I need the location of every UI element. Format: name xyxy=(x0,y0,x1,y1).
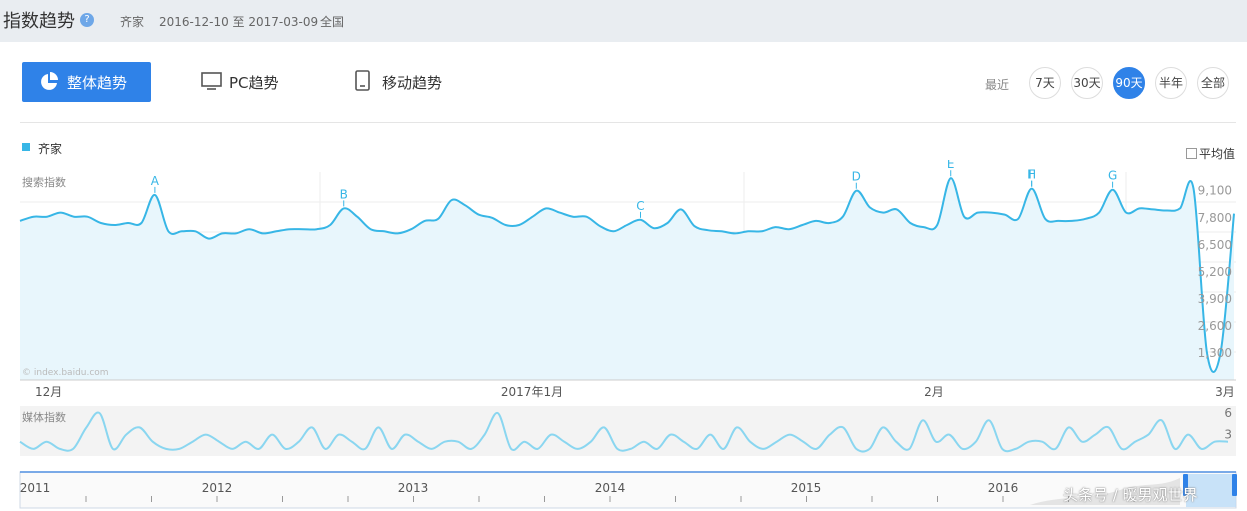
period-label: 最近 xyxy=(985,78,1010,92)
x-tick-label: 2017年1月 xyxy=(501,385,563,399)
annotation-label: C xyxy=(636,199,644,213)
timeline-year-label: 2012 xyxy=(202,481,233,495)
timeline-year-label: 2016 xyxy=(988,481,1019,495)
annotation-label: A xyxy=(151,174,160,188)
header-bar: 指数趋势 ? 齐家 2016-12-10 至 2017-03-09 全国 xyxy=(0,0,1247,42)
watermark: 头条号 / 暖男观世界 xyxy=(1063,486,1198,504)
x-tick-label: 12月 xyxy=(35,385,62,399)
x-tick-label: 3月 xyxy=(1215,385,1235,399)
media-y-tick-label: 3 xyxy=(1224,428,1232,442)
phone-icon xyxy=(355,70,370,91)
timeline-year-label: 2011 xyxy=(20,481,51,495)
timeline-year-label: 2013 xyxy=(398,481,429,495)
date-range: 2016-12-10 至 2017-03-09 xyxy=(159,15,319,29)
average-checkbox[interactable] xyxy=(1186,148,1197,159)
timeline-handle-right xyxy=(1232,474,1237,496)
y-tick-label: 1,300 xyxy=(1198,346,1232,360)
annotation-label: G xyxy=(1108,169,1117,183)
x-tick-label: 2月 xyxy=(924,385,944,399)
media-y-axis-label: 媒体指数 xyxy=(22,410,66,424)
timeline-year-label: 2015 xyxy=(791,481,822,495)
monitor-icon xyxy=(201,72,222,90)
annotation-label: E xyxy=(947,160,955,171)
keyword-label: 齐家 xyxy=(120,15,145,29)
divider xyxy=(20,122,1236,123)
y-tick-label: 6,500 xyxy=(1198,238,1232,252)
trend-chart: 9,100 7,800 6,500 5,200 3,900 2,600 1,300 搜索指数 ©… xyxy=(19,160,1237,509)
tab-pc-label: PC趋势 xyxy=(229,74,279,92)
source-note: © index.baidu.com xyxy=(22,368,109,378)
legend-swatch xyxy=(22,143,30,151)
media-y-tick-label: 6 xyxy=(1224,406,1232,420)
y-tick-label: 3,900 xyxy=(1198,292,1232,306)
annotation-label: B xyxy=(340,187,348,201)
timeline-year-label: 2014 xyxy=(595,481,626,495)
y-tick-label: 2,600 xyxy=(1198,319,1232,333)
tab-overall-label: 整体趋势 xyxy=(67,74,128,92)
period-all[interactable]: 全部 xyxy=(1197,67,1229,99)
help-icon[interactable]: ? xyxy=(80,13,94,27)
period-7d[interactable]: 7天 xyxy=(1029,67,1061,99)
y-axis-label: 搜索指数 xyxy=(22,175,66,189)
y-tick-label: 7,800 xyxy=(1198,211,1232,225)
region-label: 全国 xyxy=(320,15,345,29)
annotation-label: H xyxy=(1027,168,1036,182)
period-30d[interactable]: 30天 xyxy=(1071,67,1103,99)
y-tick-label: 9,100 xyxy=(1198,184,1232,198)
page-title: 指数趋势 xyxy=(3,11,75,32)
period-90d[interactable]: 90天 xyxy=(1113,67,1145,99)
annotation-label: D xyxy=(852,170,861,184)
y-tick-label: 5,200 xyxy=(1198,265,1232,279)
tab-mobile-label: 移动趋势 xyxy=(382,74,443,92)
tab-overall-trend[interactable]: 整体趋势 xyxy=(22,62,151,102)
period-half-year[interactable]: 半年 xyxy=(1155,67,1187,99)
pie-chart-icon xyxy=(41,72,58,90)
legend-label[interactable]: 齐家 xyxy=(38,140,62,157)
